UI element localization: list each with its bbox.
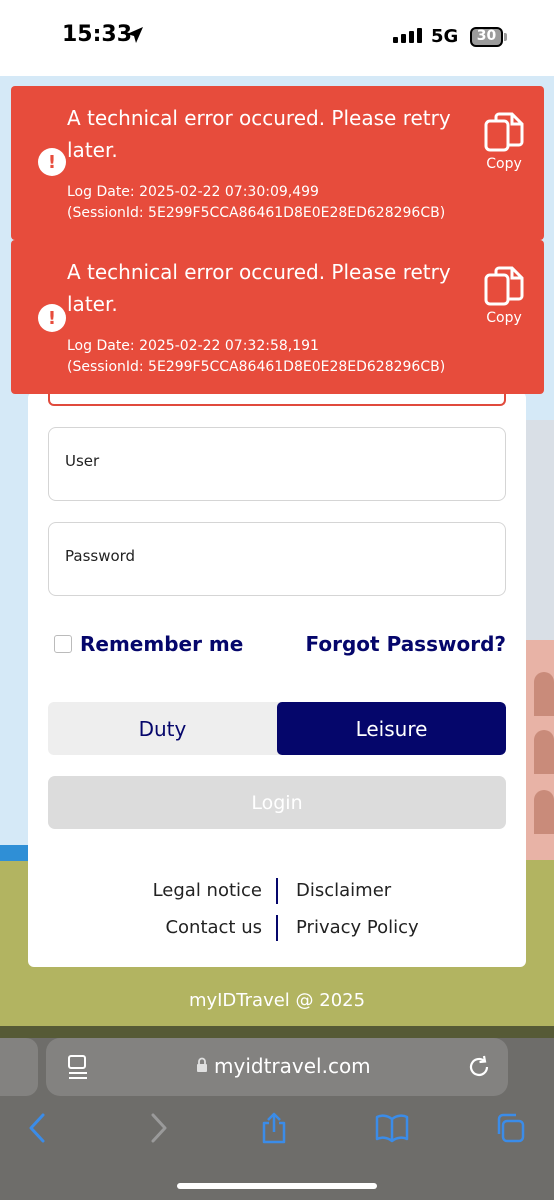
home-indicator	[177, 1183, 377, 1189]
privacy-policy-link[interactable]: Privacy Policy	[278, 917, 514, 941]
copy-button[interactable]: Copy	[477, 112, 531, 172]
error-session-id: (SessionId: 5E299F5CCA86461D8E0E28ED6282…	[67, 359, 446, 375]
previous-tab-preview[interactable]	[0, 1038, 38, 1096]
copy-icon	[477, 112, 531, 154]
error-message: A technical error occured. Please retry …	[67, 260, 451, 316]
building-arch	[534, 730, 554, 774]
reader-mode-icon[interactable]	[66, 1054, 90, 1084]
remember-me-label[interactable]: Remember me	[80, 632, 243, 656]
background-shadow	[0, 1026, 554, 1038]
copy-label: Copy	[486, 156, 522, 172]
user-field[interactable]: User	[48, 427, 506, 501]
error-icon: !	[38, 148, 66, 176]
error-log-date: Log Date: 2025-02-22 07:30:09,499	[67, 184, 319, 200]
url-text: myidtravel.com	[214, 1054, 371, 1078]
copy-icon	[477, 266, 531, 308]
legal-notice-link[interactable]: Legal notice	[40, 880, 276, 904]
links-row-1: Legal notice Disclaimer	[28, 878, 526, 904]
back-icon[interactable]	[26, 1112, 50, 1148]
error-log-date: Log Date: 2025-02-22 07:32:58,191	[67, 338, 319, 354]
leisure-option[interactable]: Leisure	[277, 702, 506, 755]
contact-us-link[interactable]: Contact us	[40, 917, 276, 941]
bookmarks-icon[interactable]	[374, 1112, 410, 1148]
building-arch	[534, 790, 554, 834]
forward-icon[interactable]	[146, 1112, 170, 1148]
password-field-label: Password	[65, 547, 136, 565]
copy-button[interactable]: Copy	[477, 266, 531, 326]
error-meta: Log Date: 2025-02-22 07:32:58,191 (Sessi…	[67, 336, 445, 378]
location-arrow-icon	[126, 26, 144, 48]
user-field-label: User	[65, 452, 100, 470]
reload-icon[interactable]	[466, 1054, 492, 1084]
password-field[interactable]: Password	[48, 522, 506, 596]
error-icon: !	[38, 304, 66, 332]
footer-copyright: myIDTravel @ 2025	[188, 990, 366, 1011]
share-icon[interactable]	[260, 1112, 288, 1148]
lock-icon	[196, 1054, 208, 1078]
cellular-signal-icon	[393, 28, 422, 43]
error-meta: Log Date: 2025-02-22 07:30:09,499 (Sessi…	[67, 182, 445, 224]
network-type: 5G	[431, 26, 459, 47]
invalid-field-edge	[48, 392, 506, 406]
error-toast: ! A technical error occured. Please retr…	[11, 240, 544, 394]
error-session-id: (SessionId: 5E299F5CCA86461D8E0E28ED6282…	[67, 205, 446, 221]
forgot-password-link[interactable]: Forgot Password?	[306, 632, 506, 656]
building-arch	[534, 672, 554, 716]
battery-icon: 30	[470, 27, 503, 47]
links-row-2: Contact us Privacy Policy	[28, 915, 526, 941]
background-water	[0, 845, 30, 861]
status-time: 15:33	[62, 22, 133, 47]
mode-toggle: Duty Leisure	[48, 702, 506, 755]
status-bar: 15:33 5G 30	[0, 0, 554, 76]
tabs-icon[interactable]	[494, 1112, 526, 1148]
remember-me-checkbox[interactable]	[54, 635, 72, 653]
disclaimer-link[interactable]: Disclaimer	[278, 880, 514, 904]
duty-option[interactable]: Duty	[48, 702, 277, 755]
copy-label: Copy	[486, 310, 522, 326]
battery-level: 30	[476, 28, 497, 44]
battery-cap	[504, 33, 507, 41]
remember-me[interactable]: Remember me	[54, 632, 243, 656]
error-toast: ! A technical error occured. Please retr…	[11, 86, 544, 240]
error-message: A technical error occured. Please retry …	[67, 106, 451, 162]
login-button[interactable]: Login	[48, 776, 506, 829]
url-display[interactable]: myidtravel.com	[196, 1054, 371, 1078]
